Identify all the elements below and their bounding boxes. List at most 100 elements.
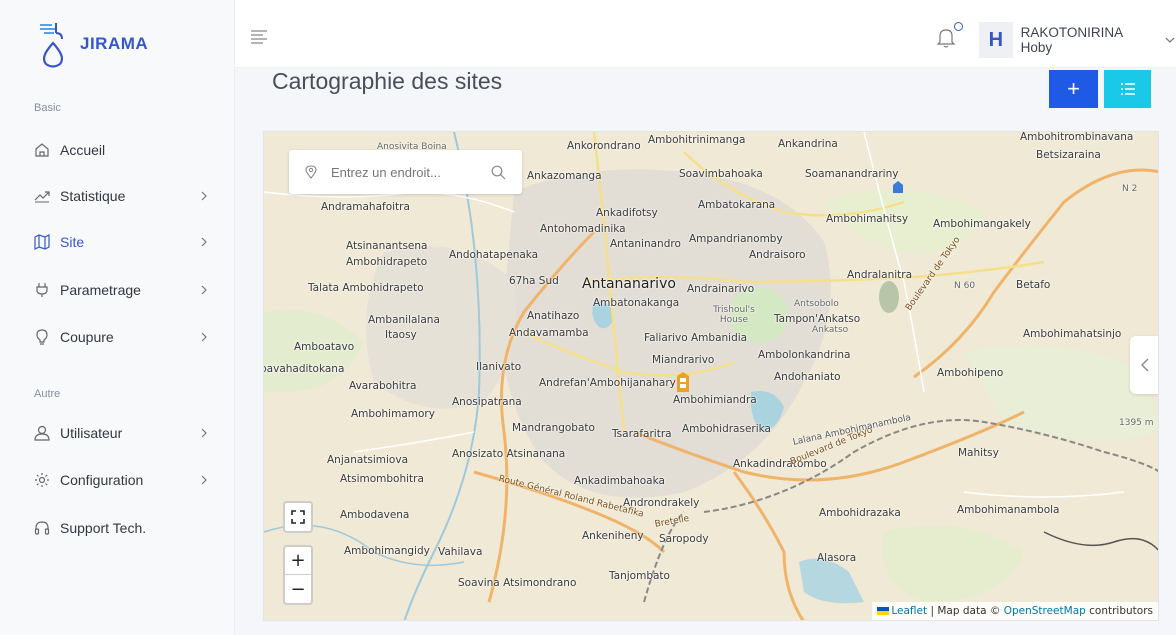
map-place-label: Ambodavena xyxy=(340,509,410,521)
map-place-label: Ambohidrazaka xyxy=(819,507,901,519)
trend-icon xyxy=(34,188,50,204)
lightbulb-icon xyxy=(34,329,50,345)
map-place-label: Ambohitrinimanga xyxy=(648,134,746,146)
map-place-label: Ankatso xyxy=(812,325,849,335)
map-place-label: Anjanatsimiova xyxy=(327,454,409,466)
menu-toggle-icon[interactable] xyxy=(251,30,267,44)
map-place-label: Anatihazo xyxy=(527,310,580,322)
map-place-label: Amboatavo xyxy=(294,341,355,353)
map-place-label: Ambohimiandra xyxy=(673,394,757,406)
map-place-label: Ambohitrombinavana xyxy=(1020,131,1134,143)
ukraine-flag-icon xyxy=(877,607,890,615)
map-place-label: Ankandrina xyxy=(778,138,838,150)
sidebar-item-site[interactable]: Site xyxy=(0,223,235,261)
map-place-label: Andramahafoitra xyxy=(321,201,410,213)
map-place-label: Ambohimangidy xyxy=(344,545,430,557)
map-place-label: Andralanitra xyxy=(847,269,913,281)
map-place-label: Miandrarivo xyxy=(652,354,715,366)
topbar: H RAKOTONIRINA Hoby xyxy=(235,0,1176,67)
chevron-right-icon xyxy=(201,332,207,342)
map-place-label: Ambohimahitsy xyxy=(826,213,909,225)
map-place-label: Andrainarivo xyxy=(687,283,755,295)
map-place-label: 1395 m xyxy=(1119,418,1154,428)
map-search-input[interactable] xyxy=(331,164,491,180)
map-place-label: Soavina Atsimondrano xyxy=(458,577,577,589)
sidebar-item-configuration[interactable]: Configuration xyxy=(0,461,235,499)
map-place-label: Tsarafaritra xyxy=(612,428,672,440)
map-place-label: Andraisoro xyxy=(749,249,806,261)
sites-map[interactable]: Ambohitrinimanga Ankandrina Ambohitrombi… xyxy=(263,131,1159,621)
user-menu[interactable]: H RAKOTONIRINA Hoby xyxy=(979,22,1176,58)
map-place-label: Anosipatrana xyxy=(452,396,522,408)
sidebar-item-statistique[interactable]: Statistique xyxy=(0,177,235,215)
map-place-label: Ankadindratombo xyxy=(733,458,827,470)
sidebar-item-support[interactable]: Support Tech. xyxy=(0,509,235,547)
map-search[interactable] xyxy=(289,150,522,194)
sidebar-item-parametrage[interactable]: Parametrage xyxy=(0,271,235,309)
map-place-label: Ambatokarana xyxy=(698,199,776,211)
brand[interactable]: JIRAMA xyxy=(0,0,234,88)
zoom-in-button[interactable]: + xyxy=(285,547,311,575)
chevron-right-icon xyxy=(201,475,207,485)
user-icon xyxy=(34,425,50,441)
map-place-label: Alasora xyxy=(817,552,857,564)
sidebar-item-label: Coupure xyxy=(60,329,114,345)
attribution-tail: contributors xyxy=(1085,605,1153,617)
side-panel-toggle[interactable] xyxy=(1130,336,1158,394)
map-place-label: Ambohipeno xyxy=(937,367,1004,379)
attribution-separator: | Map data © xyxy=(927,605,1004,617)
map-place-label: Tampon'Ankatso xyxy=(774,313,861,325)
section-label-basic: Basic xyxy=(34,102,61,114)
plug-icon xyxy=(34,282,50,298)
fullscreen-button[interactable] xyxy=(283,501,313,533)
map-place-label: Antaninandro xyxy=(610,238,681,250)
map-place-label: Antananarivo xyxy=(582,276,676,292)
gear-icon xyxy=(34,472,50,488)
map-place-label: Betsizaraina xyxy=(1036,149,1101,161)
sidebar-item-label: Parametrage xyxy=(60,282,141,298)
sidebar-item-label: Accueil xyxy=(60,142,106,158)
zoom-out-button[interactable]: − xyxy=(285,575,311,603)
site-marker-icon[interactable] xyxy=(674,370,692,394)
map-place-label: Soavimbahoaka xyxy=(679,168,763,180)
map-place-label: bavahaditokana xyxy=(263,363,345,375)
map-place-label: Trishoul's House xyxy=(713,305,755,325)
map-place-label: 67ha Sud xyxy=(509,275,559,287)
brand-name: JIRAMA xyxy=(80,34,149,53)
search-icon[interactable] xyxy=(491,165,506,180)
sidebar-item-accueil[interactable]: Accueil xyxy=(0,131,235,169)
add-site-button[interactable]: + xyxy=(1049,70,1098,108)
notification-badge xyxy=(954,22,963,31)
map-place-label: N 60 xyxy=(954,281,976,291)
map-place-label: Anosizato Atsinanana xyxy=(452,448,566,460)
location-pin-icon xyxy=(305,165,317,179)
map-place-label: Talata Ambohidrapeto xyxy=(308,282,424,294)
sidebar-item-label: Configuration xyxy=(60,472,144,488)
map-place-label: Ambohimanambola xyxy=(957,504,1060,516)
map-attribution: Leaflet | Map data © OpenStreetMap contr… xyxy=(872,602,1158,620)
sidebar-item-utilisateur[interactable]: Utilisateur xyxy=(0,414,235,452)
map-place-label: Faliarivo Ambanidia xyxy=(644,332,748,344)
map-place-label: Andohatapenaka xyxy=(449,249,539,261)
osm-link[interactable]: OpenStreetMap xyxy=(1004,605,1086,617)
zoom-control: + − xyxy=(283,545,313,605)
map-place-label: Atsimombohitra xyxy=(340,473,424,485)
map-icon xyxy=(34,234,50,250)
map-place-label: Andavamamba xyxy=(509,327,589,339)
list-icon xyxy=(1120,83,1135,95)
page-title: Cartographie des sites xyxy=(272,68,503,94)
map-place-label: Ambohidraserika xyxy=(682,423,771,435)
map-place-label: Ampandrianomby xyxy=(689,233,783,245)
notification-bell-icon[interactable] xyxy=(936,27,956,49)
map-place-label: Avarabohitra xyxy=(349,380,417,392)
leaflet-link[interactable]: Leaflet xyxy=(891,605,927,617)
map-place-label: Andohaniato xyxy=(774,371,841,383)
section-label-autre: Autre xyxy=(34,388,61,400)
list-view-button[interactable] xyxy=(1104,70,1151,108)
map-place-label: Ambolonkandrina xyxy=(758,349,851,361)
sidebar-item-coupure[interactable]: Coupure xyxy=(0,318,235,356)
chevron-right-icon xyxy=(201,237,207,247)
map-place-label: Ambohimahatsinjo xyxy=(1023,328,1122,340)
user-name: RAKOTONIRINA Hoby xyxy=(1020,25,1123,55)
map-place-label: Itaosy xyxy=(385,329,417,341)
